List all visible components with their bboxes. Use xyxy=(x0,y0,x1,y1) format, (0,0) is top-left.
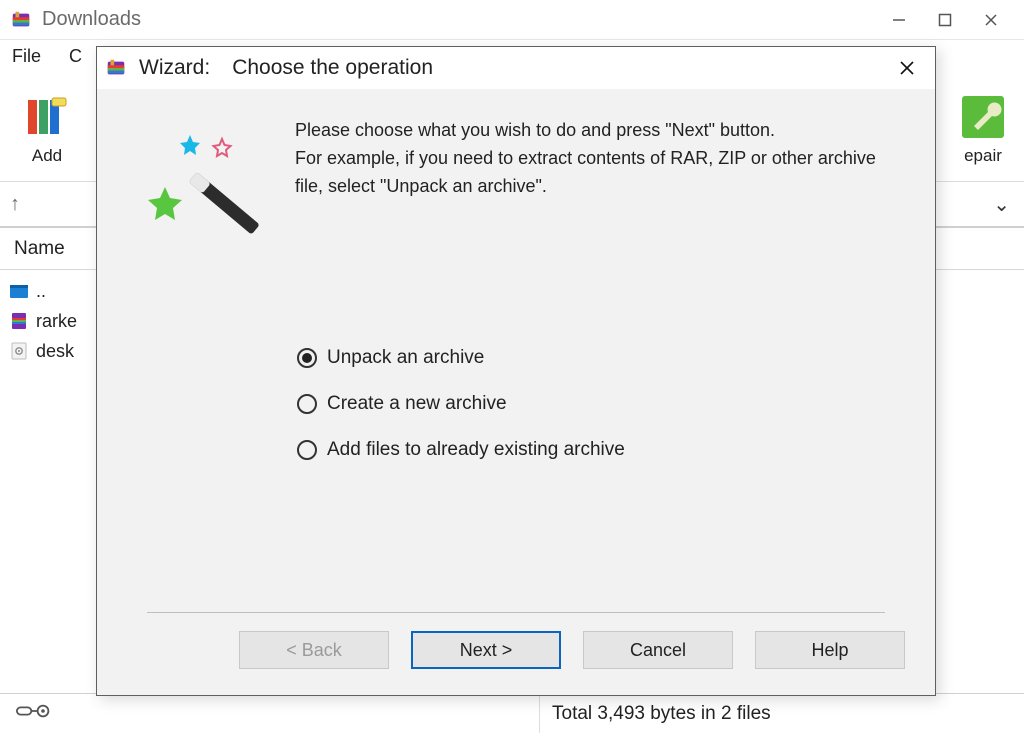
toolbar-repair-label: epair xyxy=(948,146,1018,166)
cancel-button[interactable]: Cancel xyxy=(583,631,733,669)
menu-file[interactable]: File xyxy=(12,46,41,67)
radio-icon xyxy=(297,394,317,414)
option-create[interactable]: Create a new archive xyxy=(297,393,905,415)
column-name: Name xyxy=(14,238,65,260)
dialog-footer: < Back Next > Cancel Help xyxy=(97,590,935,695)
intro-line-2: For example, if you need to extract cont… xyxy=(295,145,905,201)
close-main-button[interactable] xyxy=(968,4,1014,36)
file-label: rarke xyxy=(36,311,77,332)
menu-second[interactable]: C xyxy=(69,46,82,67)
option-label: Create a new archive xyxy=(327,393,507,415)
wizard-wand-icon xyxy=(127,117,267,257)
nav-up-icon[interactable]: ↑ xyxy=(10,193,20,216)
chevron-down-icon[interactable]: ⌄ xyxy=(993,192,1010,217)
drive-status-icon xyxy=(16,702,52,726)
radio-icon xyxy=(297,440,317,460)
winrar-icon xyxy=(10,9,32,31)
toolbar-repair-button[interactable]: epair xyxy=(948,92,1018,166)
wizard-dialog: Wizard: Choose the operation Plea xyxy=(96,46,936,696)
dialog-titlebar[interactable]: Wizard: Choose the operation xyxy=(97,47,935,89)
file-label: desk xyxy=(36,341,74,362)
maximize-button[interactable] xyxy=(922,4,968,36)
status-total: Total 3,493 bytes in 2 files xyxy=(540,703,771,725)
parent-folder-icon xyxy=(8,280,30,302)
main-titlebar[interactable]: Downloads xyxy=(0,0,1024,40)
minimize-button[interactable] xyxy=(876,4,922,36)
back-button[interactable]: < Back xyxy=(239,631,389,669)
dialog-close-button[interactable] xyxy=(887,48,927,88)
next-button[interactable]: Next > xyxy=(411,631,561,669)
option-unpack[interactable]: Unpack an archive xyxy=(297,347,905,369)
ini-file-icon xyxy=(8,340,30,362)
dialog-intro-text: Please choose what you wish to do and pr… xyxy=(295,117,905,257)
rar-file-icon xyxy=(8,310,30,332)
toolbar-add-button[interactable]: Add xyxy=(12,92,82,166)
dialog-title-op: Choose the operation xyxy=(232,56,433,80)
option-add[interactable]: Add files to already existing archive xyxy=(297,439,905,461)
main-window-title: Downloads xyxy=(42,8,141,31)
books-add-icon xyxy=(22,92,72,142)
help-button[interactable]: Help xyxy=(755,631,905,669)
winrar-icon xyxy=(105,57,127,79)
toolbar-add-label: Add xyxy=(12,146,82,166)
intro-line-1: Please choose what you wish to do and pr… xyxy=(295,117,905,145)
file-label: .. xyxy=(36,281,46,302)
wizard-options: Unpack an archive Create a new archive A… xyxy=(297,347,905,461)
dialog-title-prefix: Wizard: xyxy=(139,56,210,80)
wrench-icon xyxy=(958,92,1008,142)
option-label: Unpack an archive xyxy=(327,347,484,369)
statusbar: Total 3,493 bytes in 2 files xyxy=(0,693,1024,733)
dialog-body: Please choose what you wish to do and pr… xyxy=(97,89,935,695)
radio-icon xyxy=(297,348,317,368)
option-label: Add files to already existing archive xyxy=(327,439,625,461)
